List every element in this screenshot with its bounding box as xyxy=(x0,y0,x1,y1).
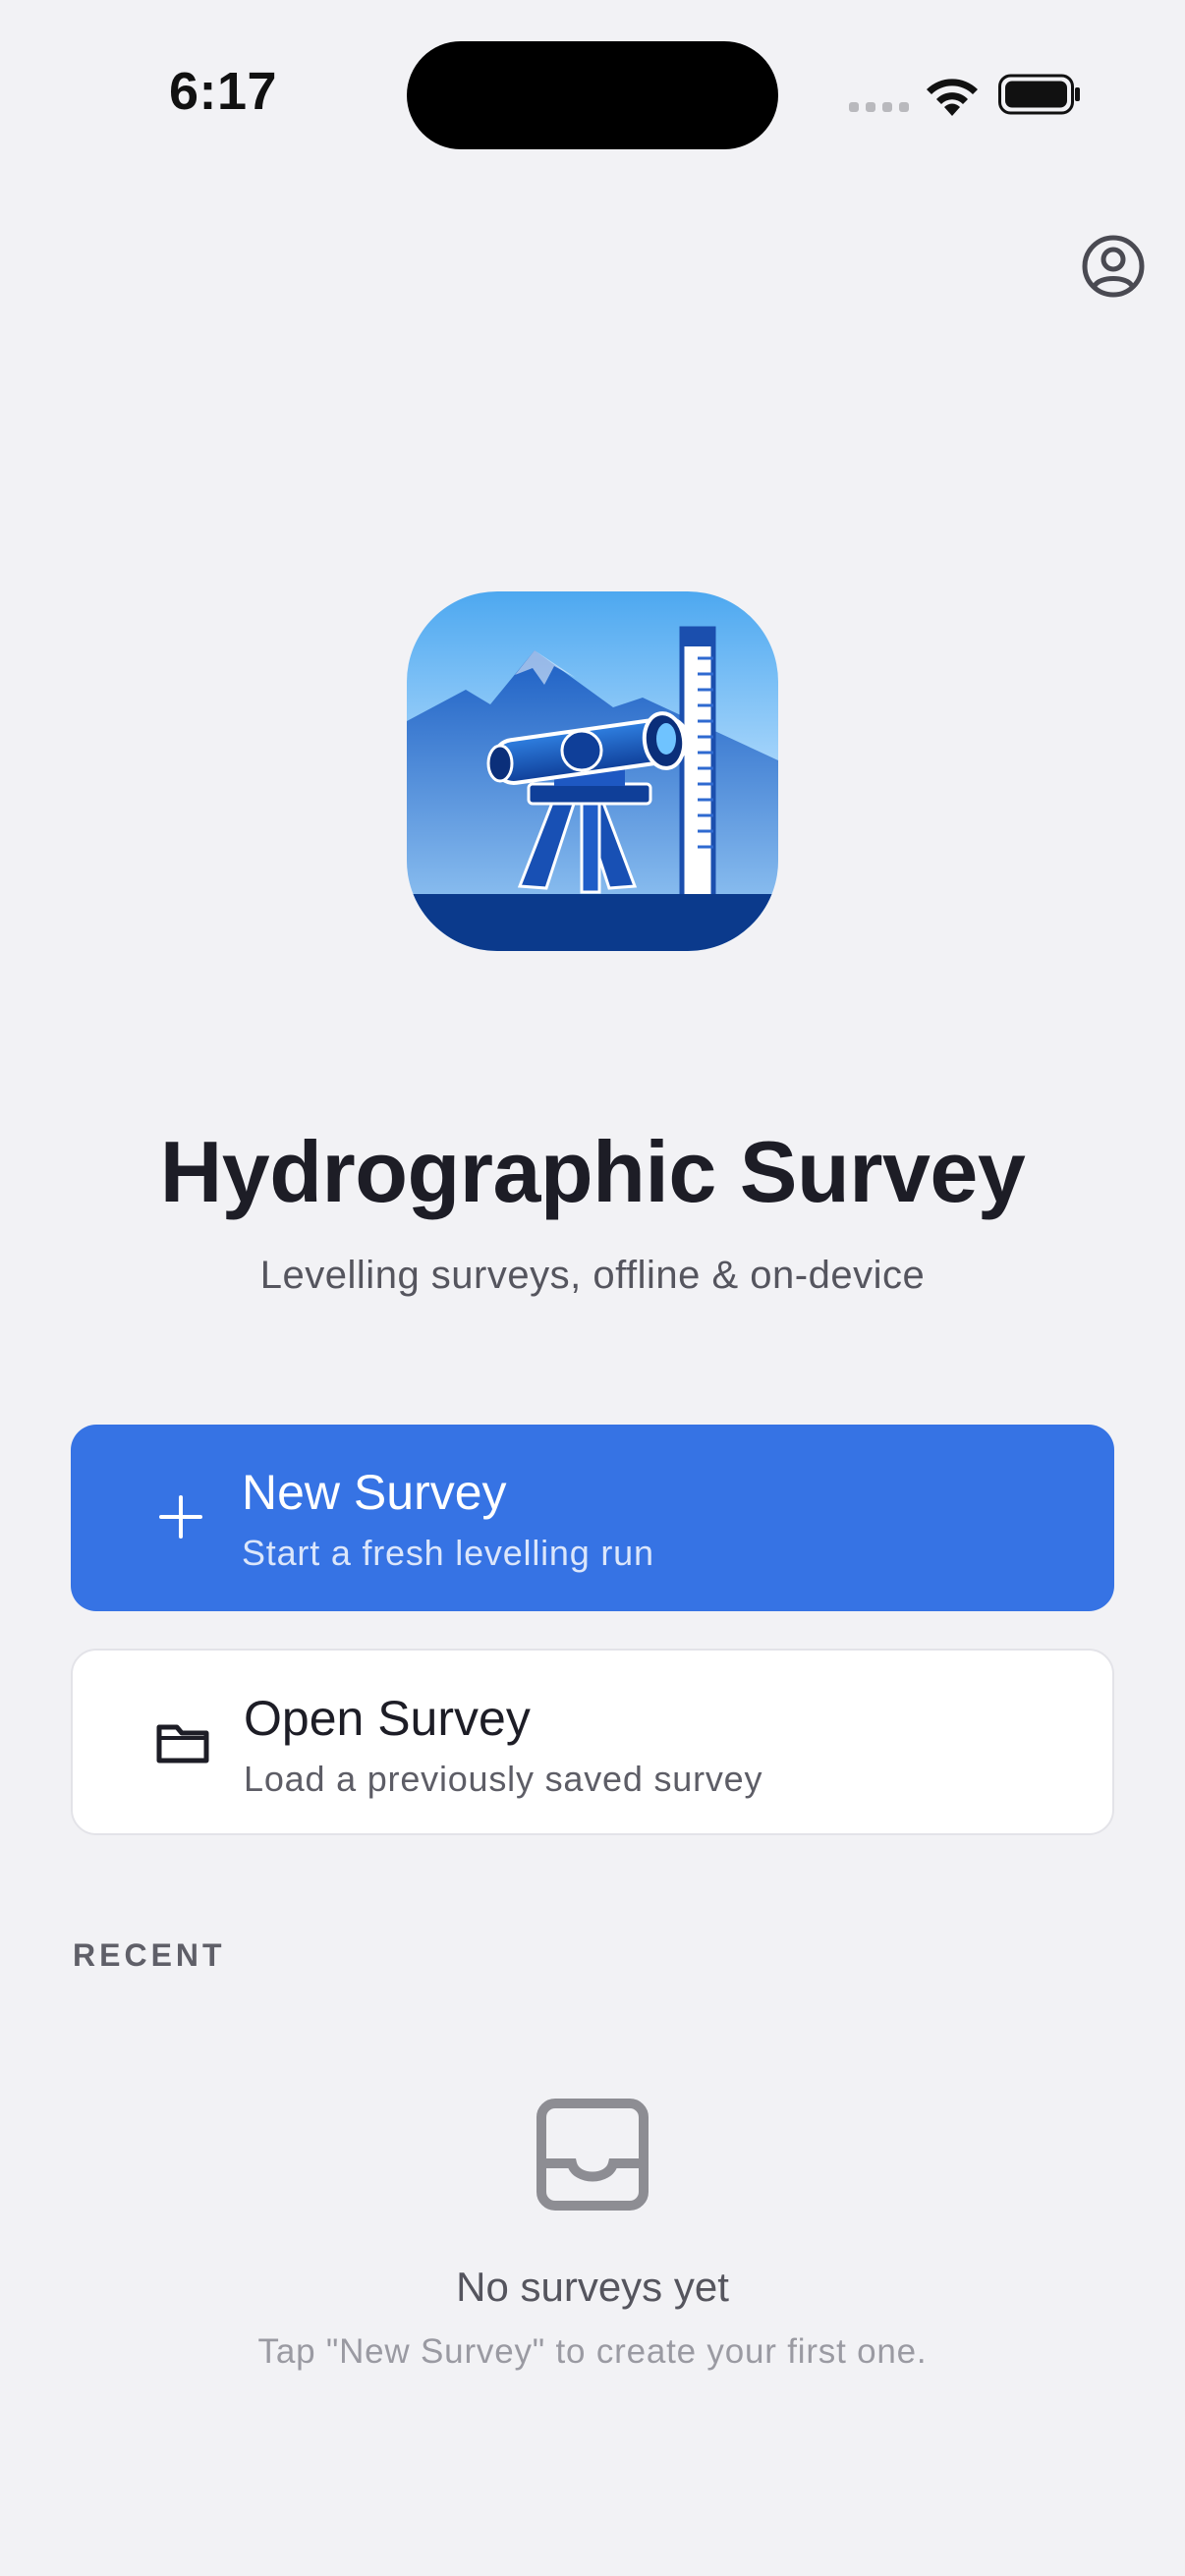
cellular-signal-icon xyxy=(849,102,909,112)
user-circle-icon xyxy=(1082,235,1145,298)
app-title: Hydrographic Survey xyxy=(159,1123,1026,1220)
battery-icon xyxy=(998,74,1080,115)
surveying-level-icon xyxy=(407,591,778,951)
empty-state-title: No surveys yet xyxy=(456,2264,729,2310)
new-survey-title: New Survey xyxy=(242,1465,507,1520)
empty-state-subtitle: Tap "New Survey" to create your first on… xyxy=(257,2332,928,2371)
folder-icon xyxy=(156,1724,209,1764)
recent-section-label: RECENT xyxy=(73,1937,226,1973)
new-survey-button[interactable]: New Survey Start a fresh levelling run xyxy=(71,1425,1114,1611)
app-subtitle: Levelling surveys, offline & on-device xyxy=(259,1254,926,1297)
wifi-icon xyxy=(927,79,978,116)
inbox-icon xyxy=(536,2099,649,2211)
home-screen: 6:17 Hydrographic Survey Levelling surve… xyxy=(0,0,1185,2576)
new-survey-subtitle: Start a fresh levelling run xyxy=(242,1533,654,1573)
plus-icon xyxy=(159,1495,202,1539)
open-survey-title: Open Survey xyxy=(244,1691,531,1746)
profile-button[interactable] xyxy=(1081,234,1146,299)
open-survey-button[interactable]: Open Survey Load a previously saved surv… xyxy=(71,1649,1114,1835)
open-survey-subtitle: Load a previously saved survey xyxy=(244,1759,763,1799)
status-time: 6:17 xyxy=(169,62,278,121)
dynamic-island xyxy=(407,41,778,149)
